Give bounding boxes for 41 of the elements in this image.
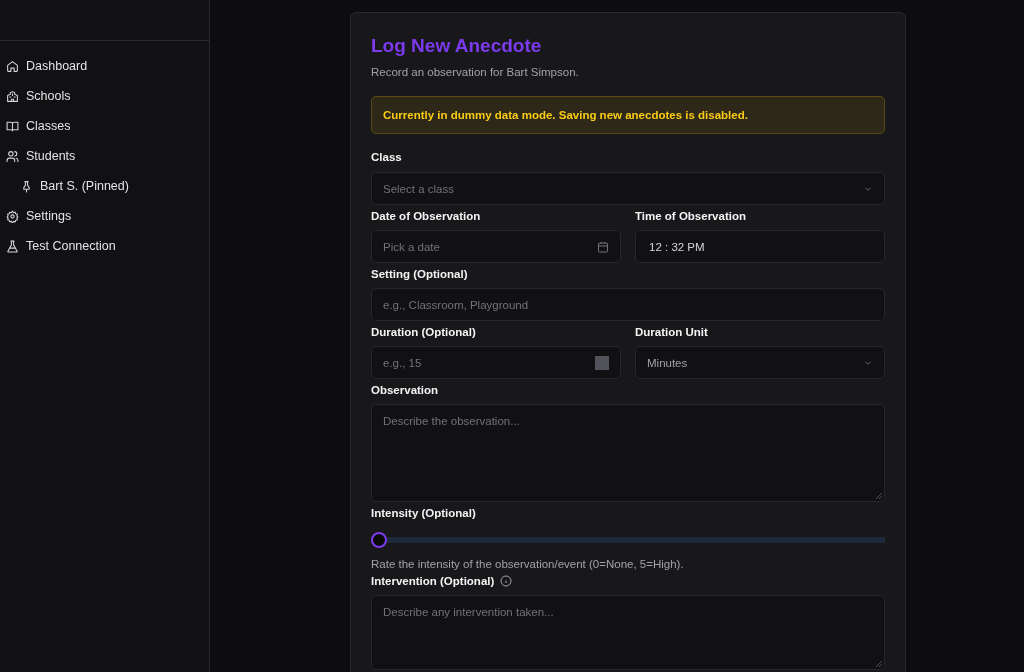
sidebar-item[interactable]: Schools [0,81,209,111]
form-title: Log New Anecdote [371,35,543,57]
textarea-field[interactable]: Describe any intervention taken... [371,595,885,670]
field-label: Setting (Optional) [371,268,468,280]
field-label: Observation [371,384,439,396]
resize-grip-icon[interactable] [875,492,882,499]
warning-alert: Currently in dummy data mode. Saving new anecdotes is disabled. [371,96,885,134]
field-label: Duration Unit [635,326,708,338]
book-icon [6,119,19,133]
calendar-icon [597,240,609,253]
home-icon [6,59,19,73]
spinner-icon[interactable] [595,355,609,370]
form-subtitle: Record an observation for Bart Simpson. [371,66,580,78]
pin-icon [20,179,33,193]
sidebar-item[interactable]: Dashboard [0,51,209,81]
flask-icon [6,239,19,253]
time-field[interactable]: 12 : 32 PM [635,230,885,263]
select-field[interactable]: Minutes [635,346,885,379]
field-label: Duration (Optional) [371,326,476,338]
help-text: Rate the intensity of the observation/event (0=None, 5=High). [371,558,685,570]
select-field[interactable]: Select a class [371,172,885,205]
field-label: Time of Observation [635,210,746,222]
text-field[interactable]: e.g., Classroom, Playground [371,288,885,321]
number-field[interactable]: e.g., 15 [371,346,621,379]
textarea-field[interactable]: Describe the observation... [371,404,885,502]
field-label: Intervention (Optional) [371,575,495,587]
sidebar-item[interactable]: Test Connection [0,231,209,261]
settings-icon [6,209,19,223]
sidebar-item[interactable]: Settings [0,201,209,231]
resize-grip-icon[interactable] [875,660,882,667]
school-icon [6,89,19,103]
field-label: Class [371,151,402,163]
info-icon[interactable] [500,575,513,587]
users-icon [6,149,19,163]
slider-thumb[interactable] [371,532,387,548]
field-label: Intensity (Optional) [371,507,476,519]
field-label: Date of Observation [371,210,481,222]
sidebar-item[interactable]: Classes [0,111,209,141]
date-field[interactable]: Pick a date [371,230,621,263]
sidebar-item[interactable]: Bart S. (Pinned) [14,171,209,201]
sidebar-item[interactable]: Students [0,141,209,171]
